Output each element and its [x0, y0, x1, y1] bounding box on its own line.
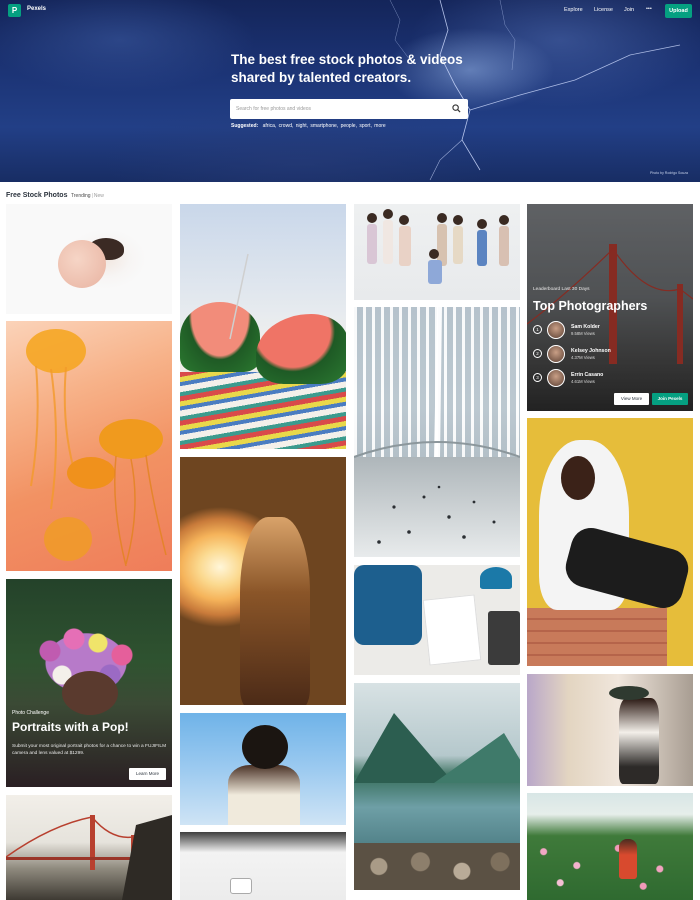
pexels-logo-icon[interactable]: P — [8, 4, 21, 17]
search-bar — [230, 99, 468, 119]
photo-detail — [480, 567, 512, 589]
photo-detail — [619, 839, 637, 879]
avatar[interactable] — [547, 321, 565, 339]
learn-more-button[interactable]: Learn More — [129, 768, 166, 780]
suggested-tag[interactable]: smartphone, — [310, 123, 338, 129]
photo-desk-coffee[interactable] — [180, 832, 346, 900]
lightning-background — [389, 0, 681, 181]
promo-label: Photo Challenge — [12, 710, 49, 716]
photographer-name[interactable]: Kelsey Johnson — [571, 348, 611, 354]
promo-title: Portraits with a Pop! — [12, 720, 129, 734]
photo-detail — [434, 733, 520, 783]
photographer-row[interactable]: 2 Kelsey Johnson 4.37M Views — [533, 345, 683, 363]
jellyfish-illustration — [26, 329, 167, 567]
rank-badge: 3 — [533, 373, 542, 382]
photo-detail — [354, 843, 520, 890]
photo-detail — [488, 611, 520, 665]
leaderboard-label: Leaderboard Last 30 Days — [533, 287, 590, 292]
straw-illustration — [229, 253, 249, 340]
photo-lotus-field[interactable] — [527, 793, 693, 900]
suggested-tags: Suggested: africa, crowd, night, smartph… — [231, 123, 387, 129]
rank-badge: 2 — [533, 349, 542, 358]
photo-oculus-hall[interactable] — [354, 307, 520, 557]
photographer-row[interactable]: 3 Errin Casano 4.61M Views — [533, 369, 683, 387]
photo-detail — [58, 240, 106, 288]
hero-banner: P Pexels Explore License Join ••• Upload… — [0, 0, 700, 182]
photographer-row[interactable]: 1 Sam Kolder 9.58M Views — [533, 321, 683, 339]
photo-desk-workspace[interactable] — [354, 565, 520, 675]
photographer-views: 4.37M Views — [571, 355, 595, 360]
photographer-name[interactable]: Errin Casano — [571, 372, 603, 378]
more-menu-icon[interactable]: ••• — [646, 6, 652, 12]
photo-detail — [619, 698, 659, 784]
avatar[interactable] — [547, 345, 565, 363]
photo-sunset-girl[interactable] — [180, 457, 346, 705]
suggested-more-link[interactable]: more — [374, 123, 385, 129]
photo-credit[interactable]: Photo by Rodrigo Souza — [650, 171, 688, 175]
tab-separator: | — [91, 193, 93, 199]
tab-trending[interactable]: Trending — [71, 193, 91, 199]
photo-woman-in-milk[interactable] — [6, 204, 172, 314]
suggested-tag[interactable]: sport, — [359, 123, 372, 129]
photo-detail — [561, 456, 595, 500]
photo-detail — [240, 517, 310, 705]
upload-button[interactable]: Upload — [665, 4, 692, 18]
nav-join[interactable]: Join — [624, 7, 634, 13]
suggested-tag[interactable]: crowd, — [279, 123, 294, 129]
photo-detail — [527, 608, 667, 666]
photographer-views: 4.61M Views — [571, 379, 595, 384]
photo-detail — [230, 878, 252, 894]
photo-mountain-lake[interactable] — [354, 683, 520, 890]
suggested-tag[interactable]: night, — [296, 123, 308, 129]
nav-license[interactable]: License — [594, 7, 613, 13]
top-navigation: P Pexels Explore License Join ••• Upload — [0, 0, 700, 22]
brand-name[interactable]: Pexels — [27, 6, 46, 12]
photo-detail — [354, 565, 422, 645]
photo-watermelon[interactable] — [180, 204, 346, 449]
suggested-tag[interactable]: people, — [341, 123, 357, 129]
search-input[interactable] — [236, 103, 436, 115]
group-illustration — [367, 209, 509, 284]
search-icon[interactable] — [452, 104, 461, 113]
hero-title: The best free stock photos & videos shar… — [231, 52, 463, 85]
photo-detail — [422, 594, 482, 666]
join-pexels-button[interactable]: Join Pexels — [652, 393, 688, 405]
photo-dancing-group[interactable] — [354, 204, 520, 300]
view-more-button[interactable]: View More — [614, 393, 649, 405]
rank-badge: 1 — [533, 325, 542, 334]
tab-new[interactable]: New — [94, 193, 104, 199]
promo-description: Submit your most original portrait photo… — [12, 744, 167, 756]
photo-woman-graffiti[interactable] — [527, 674, 693, 786]
photographer-name[interactable]: Sam Kolder — [571, 324, 600, 330]
bridge-illustration — [6, 815, 172, 900]
photo-detail — [62, 671, 118, 715]
photo-detail — [527, 831, 693, 900]
photo-detail — [242, 725, 288, 769]
photo-woman-hoodie[interactable] — [527, 418, 693, 666]
nav-explore[interactable]: Explore — [564, 7, 583, 13]
section-title: Free Stock Photos — [6, 192, 68, 199]
photo-jellyfish[interactable] — [6, 321, 172, 571]
photographer-views: 9.58M Views — [571, 331, 595, 336]
photo-detail — [228, 765, 300, 825]
photo-woman-afro[interactable] — [180, 713, 346, 825]
photo-golden-gate-bridge[interactable] — [6, 795, 172, 900]
suggested-tag[interactable]: africa, — [263, 123, 277, 129]
leaderboard-title: Top Photographers — [533, 299, 648, 313]
oculus-illustration — [354, 307, 520, 544]
photo-detail — [609, 686, 649, 700]
avatar[interactable] — [547, 369, 565, 387]
feed-tabs: Trending|New — [71, 193, 104, 199]
suggested-label: Suggested: — [231, 123, 259, 129]
